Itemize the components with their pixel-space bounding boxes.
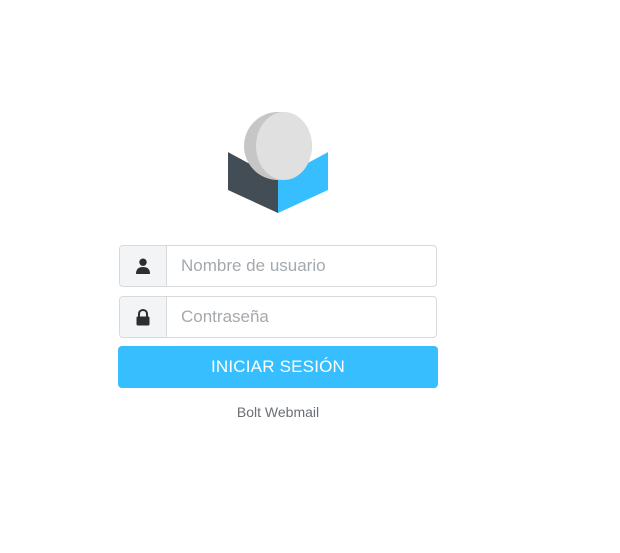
username-addon <box>120 246 167 286</box>
password-field <box>119 296 437 338</box>
username-field <box>119 245 437 287</box>
app-logo <box>226 112 330 214</box>
password-input[interactable] <box>167 297 436 337</box>
login-page: INICIAR SESIÓN Bolt Webmail <box>0 0 620 553</box>
roundcube-logo-icon <box>228 112 328 213</box>
password-addon <box>120 297 167 337</box>
lock-icon <box>136 308 150 325</box>
user-icon <box>136 258 150 274</box>
login-button[interactable]: INICIAR SESIÓN <box>118 346 438 388</box>
username-input[interactable] <box>167 246 436 286</box>
product-name: Bolt Webmail <box>236 404 320 420</box>
